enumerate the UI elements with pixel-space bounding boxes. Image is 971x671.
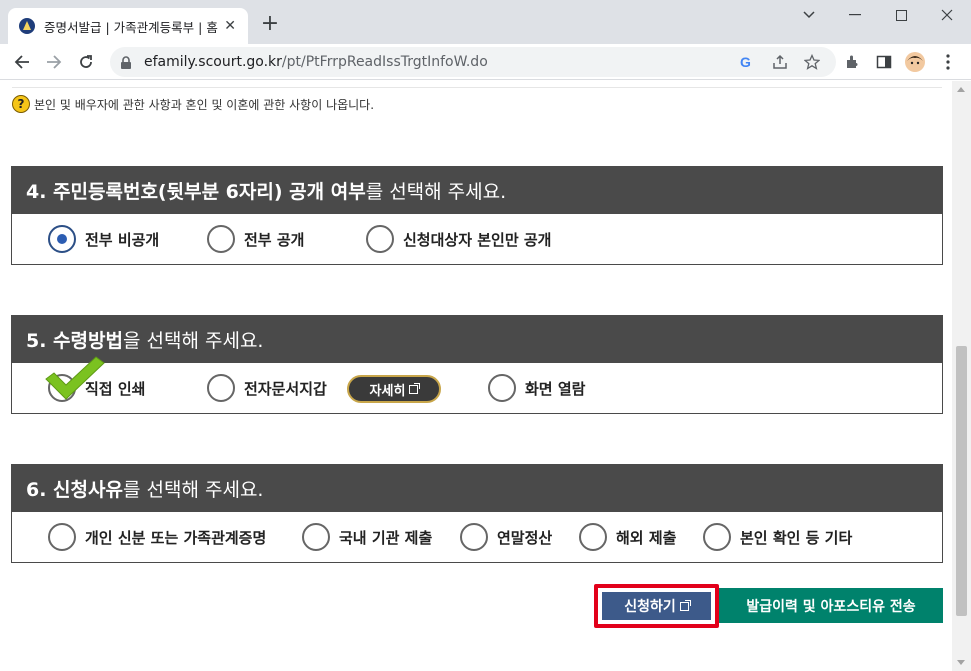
- tab-close-icon[interactable]: ✕: [222, 18, 238, 34]
- minimize-icon[interactable]: [832, 0, 878, 30]
- history-apostille-button[interactable]: 발급이력 및 아포스티유 전송: [719, 588, 943, 623]
- radio-button[interactable]: [48, 523, 76, 551]
- new-tab-icon[interactable]: +: [258, 13, 282, 37]
- tab-title: 증명서발급 | 가족관계등록부 | 홈: [44, 19, 218, 35]
- radio-button[interactable]: [207, 225, 235, 253]
- maximize-icon[interactable]: [878, 0, 924, 30]
- radio-button[interactable]: [488, 374, 516, 402]
- question-icon: ?: [12, 95, 30, 113]
- divider: [12, 87, 942, 88]
- help-text: 본인 및 배우자에 관한 사항과 혼인 및 이혼에 관한 사항이 나옵니다.: [34, 97, 375, 112]
- scroll-down-icon[interactable]: [957, 660, 965, 665]
- option-all-public[interactable]: 전부 공개: [207, 225, 304, 253]
- option-screen-view[interactable]: 화면 열람: [488, 374, 585, 402]
- external-link-icon: [679, 599, 691, 611]
- scrollbar-thumb[interactable]: [956, 346, 967, 616]
- section-title: 6. 신청사유 를 선택해 주세요.: [12, 465, 942, 512]
- radio-button[interactable]: [460, 523, 488, 551]
- help-note: ? 본인 및 배우자에 관한 사항과 혼인 및 이혼에 관한 사항이 나옵니다.: [12, 95, 374, 113]
- forward-icon[interactable]: [40, 48, 68, 76]
- option-self-only-public[interactable]: 신청대상자 본인만 공개: [366, 225, 551, 253]
- tab-search-icon[interactable]: [786, 0, 832, 30]
- option-all-private[interactable]: 전부 비공개: [48, 225, 159, 253]
- option-year-end-tax[interactable]: 연말정산: [460, 523, 552, 551]
- external-link-icon: [409, 382, 421, 394]
- apply-highlight-box: 신청하기: [594, 584, 719, 628]
- option-identity-family[interactable]: 개인 신분 또는 가족관계증명: [48, 523, 266, 551]
- section-title: 4. 주민등록번호(뒷부분 6자리) 공개 여부 를 선택해 주세요.: [12, 167, 942, 214]
- court-logo-icon: [18, 17, 36, 35]
- radio-button[interactable]: [366, 225, 394, 253]
- svg-text:G: G: [740, 54, 751, 70]
- radio-button[interactable]: [48, 225, 76, 253]
- side-panel-icon[interactable]: [874, 52, 894, 72]
- radio-button[interactable]: [302, 523, 330, 551]
- section-receive-method: 5. 수령방법 을 선택해 주세요. 직접 인쇄 전자문서지갑 자세히 화면 열람: [11, 315, 943, 414]
- radio-button[interactable]: [579, 523, 607, 551]
- browser-tab[interactable]: 증명서발급 | 가족관계등록부 | 홈 ✕: [8, 8, 248, 44]
- profile-avatar-icon[interactable]: [905, 52, 925, 72]
- detail-button[interactable]: 자세히: [347, 375, 441, 403]
- lock-icon: [120, 55, 132, 74]
- radio-button[interactable]: [703, 523, 731, 551]
- radio-button[interactable]: [207, 374, 235, 402]
- scrollbar[interactable]: [952, 81, 971, 671]
- menu-kebab-icon[interactable]: [938, 52, 958, 72]
- back-icon[interactable]: [8, 48, 36, 76]
- extensions-icon[interactable]: [842, 52, 862, 72]
- page-viewport: ? 본인 및 배우자에 관한 사항과 혼인 및 이혼에 관한 사항이 나옵니다.…: [0, 81, 952, 671]
- browser-titlebar: 증명서발급 | 가족관계등록부 | 홈 ✕ +: [0, 0, 971, 44]
- url-text: efamily.scourt.go.kr/pt/PtFrrpReadIssTrg…: [144, 54, 488, 70]
- browser-toolbar: efamily.scourt.go.kr/pt/PtFrrpReadIssTrg…: [0, 44, 971, 80]
- option-other[interactable]: 본인 확인 등 기타: [703, 523, 852, 551]
- reload-icon[interactable]: [72, 48, 100, 76]
- checkmark-icon: [44, 355, 108, 407]
- apply-button[interactable]: 신청하기: [602, 592, 711, 620]
- option-domestic-agency[interactable]: 국내 기관 제출: [302, 523, 432, 551]
- section-reason: 6. 신청사유 를 선택해 주세요. 개인 신분 또는 가족관계증명 국내 기관 …: [11, 464, 943, 563]
- share-icon[interactable]: [770, 52, 790, 72]
- option-overseas[interactable]: 해외 제출: [579, 523, 676, 551]
- section-id-disclosure: 4. 주민등록번호(뒷부분 6자리) 공개 여부 를 선택해 주세요. 전부 비공…: [11, 166, 943, 265]
- option-e-wallet[interactable]: 전자문서지갑: [207, 374, 327, 402]
- scroll-up-icon[interactable]: [957, 87, 965, 92]
- bookmark-star-icon[interactable]: [802, 52, 822, 72]
- close-window-icon[interactable]: [924, 0, 970, 30]
- section-title: 5. 수령방법 을 선택해 주세요.: [12, 316, 942, 363]
- google-icon[interactable]: G: [736, 52, 756, 72]
- address-bar[interactable]: efamily.scourt.go.kr/pt/PtFrrpReadIssTrg…: [110, 47, 836, 77]
